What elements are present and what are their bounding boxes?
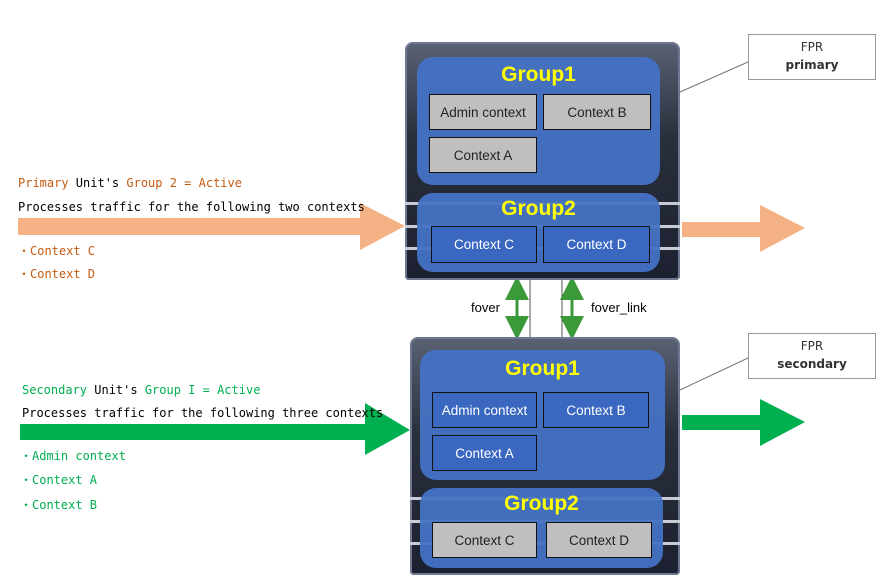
primary-context-item: ・Context C [18,244,96,258]
active-group: Group 2 = Active [126,176,242,190]
primary-note-heading: Primary Unit's Group 2 = Active [18,176,242,190]
primary-traffic-out-arrow [682,205,805,252]
secondary-note-heading: Secondary Unit's Group I = Active [22,383,260,397]
primary-unit-label: FPR primary [748,34,876,80]
context-box: Context C [431,226,537,263]
context-box: Admin context [432,392,537,428]
secondary-context-item: ・Admin context [20,449,126,463]
fover-link-label: fover_link [591,300,647,315]
secondary-unit-label: FPR secondary [748,333,876,379]
context-box: Context A [429,137,537,173]
secondary-group1: Group1 Admin context Context B Context A [420,350,665,480]
failover-diagram: Group1 Admin context Context B Context A… [0,0,886,583]
active-group: Group I = Active [144,383,261,397]
context-box: Context B [543,392,649,428]
context-box: Admin context [429,94,537,130]
primary-group2: Group2 Context C Context D [417,193,660,272]
primary-note-desc: Processes traffic for the following two … [18,200,365,214]
context-box: Context B [543,94,651,130]
context-box: Context D [546,522,652,558]
secondary-group2: Group2 Context C Context D [420,488,663,568]
primary-group1: Group1 Admin context Context B Context A [417,57,660,185]
secondary-context-item: ・Context B [20,498,98,512]
context-box: Context D [543,226,650,263]
unit-role: secondary [777,357,847,371]
context-box: Context A [432,435,537,471]
secondary-context-item: ・Context A [20,473,98,487]
primary-context-item: ・Context D [18,267,96,281]
group-title: Group1 [501,63,576,86]
unit-name: Secondary [22,383,88,397]
unit-role: primary [785,58,839,72]
group-title: Group2 [501,197,576,220]
fover-label: fover [471,300,500,315]
secondary-traffic-out-arrow [682,399,805,446]
unit-suffix: Unit's [68,176,127,190]
unit-name: FPR [800,339,824,353]
group-title: Group2 [504,492,579,515]
secondary-label-leader [679,357,749,391]
unit-suffix: Unit's [87,383,145,397]
secondary-note-desc: Processes traffic for the following thre… [22,406,384,420]
unit-name: FPR [800,40,824,54]
group-title: Group1 [505,357,580,380]
context-box: Context C [432,522,537,558]
unit-name: Primary [18,176,69,190]
primary-label-leader [679,61,749,93]
